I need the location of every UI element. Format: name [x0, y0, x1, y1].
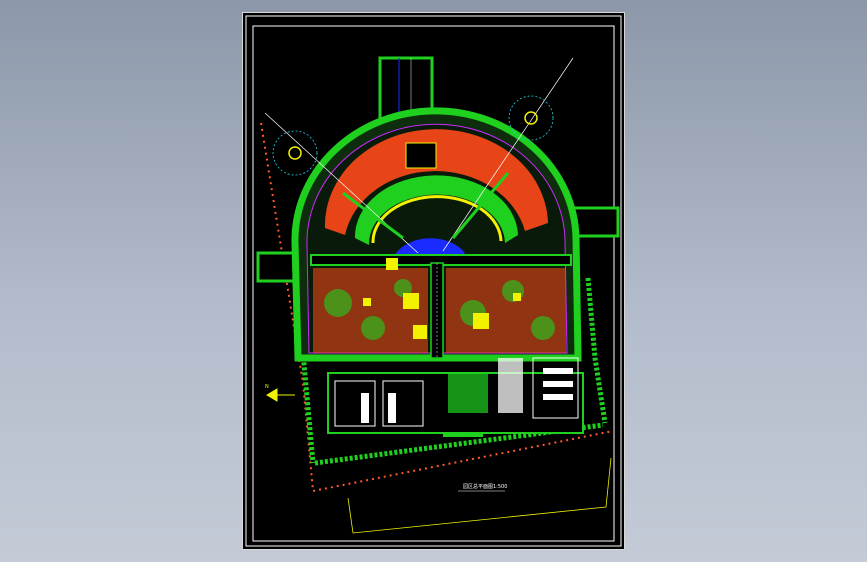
drawing-title: 园区总平面图 [463, 484, 494, 490]
south-plaza [443, 433, 483, 437]
site-plan-canvas [245, 15, 622, 547]
property-line [347, 457, 612, 534]
nw-plaza [272, 130, 318, 176]
north-arrow-label: N [265, 384, 269, 390]
drawing-sheet: N 园区总平面图 1:500 [243, 13, 624, 549]
east-verge [585, 277, 608, 424]
north-pavilion [405, 142, 437, 169]
north-arrow [266, 388, 295, 402]
cad-viewport[interactable]: N 园区总平面图 1:500 [0, 0, 867, 562]
drawing-scale: 1:500 [493, 484, 508, 490]
parking-lots [327, 357, 584, 434]
